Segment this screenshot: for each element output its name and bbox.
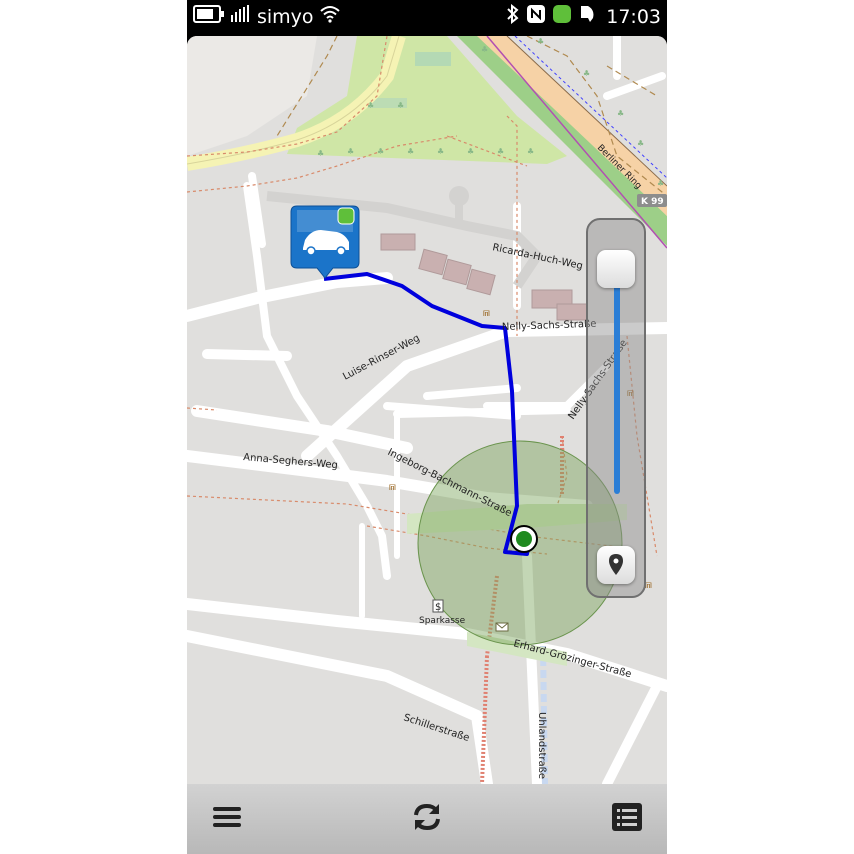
post-box-icon (495, 622, 509, 632)
svg-text:♣: ♣ (583, 69, 590, 78)
map-view[interactable]: ♣♣♣ ♣♣ ♣♣♣ ♣♣♣ ♣♣♣ ♣♣ ⩎ ⩎ ⩎ ⩎ (187, 36, 667, 784)
svg-text:♣: ♣ (367, 101, 374, 110)
svg-text:$: $ (435, 602, 441, 613)
svg-text:♣: ♣ (317, 149, 324, 158)
svg-text:♣: ♣ (437, 147, 444, 156)
nfc-icon (526, 4, 546, 29)
svg-text:♣: ♣ (657, 179, 664, 188)
bluetooth-icon (506, 3, 520, 29)
notification-icon (578, 4, 596, 29)
list-icon (611, 802, 643, 836)
svg-text:⩎: ⩎ (645, 577, 652, 591)
carrier-name: simyo (257, 5, 314, 28)
signal-icon (230, 4, 250, 29)
svg-text:⩎: ⩎ (483, 305, 490, 319)
bottom-toolbar (187, 784, 667, 854)
svg-text:♣: ♣ (617, 109, 624, 118)
svg-text:♣: ♣ (481, 45, 488, 54)
phone-screen: simyo 17:03 ♣ ♣ ♣ ♣ ♣ ♣ ♣ ♣ ♣ ♣ ♣ ♣ ♣ ♣ … (187, 0, 667, 854)
current-location-marker (510, 525, 538, 553)
svg-text:⩎: ⩎ (389, 479, 396, 493)
svg-text:♣: ♣ (537, 37, 544, 46)
svg-text:♣: ♣ (407, 147, 414, 156)
road-shield-k99: K 99 (637, 194, 667, 207)
list-button[interactable] (607, 799, 647, 839)
svg-text:K 99: K 99 (641, 197, 664, 207)
svg-text:♣: ♣ (347, 147, 354, 156)
poi-label-bank: Sparkasse (419, 616, 466, 626)
zoom-control-panel (586, 218, 646, 598)
location-pin-icon (607, 553, 625, 577)
clock: 17:03 (606, 5, 661, 28)
car-marker[interactable] (290, 205, 360, 279)
refresh-button[interactable] (407, 799, 447, 839)
status-bar: simyo 17:03 (187, 0, 667, 34)
menu-button[interactable] (207, 799, 247, 839)
svg-text:♣: ♣ (497, 147, 504, 156)
svg-text:♣: ♣ (467, 147, 474, 156)
svg-text:♣: ♣ (527, 147, 534, 156)
bank-poi-icon: $ (432, 599, 444, 613)
battery-icon (193, 4, 225, 29)
wifi-icon (319, 5, 341, 28)
refresh-icon (410, 800, 444, 838)
zoom-slider-track[interactable] (614, 272, 620, 494)
svg-text:♣: ♣ (637, 139, 644, 148)
locate-me-button[interactable] (597, 546, 635, 584)
svg-text:♣: ♣ (377, 147, 384, 156)
street-label-uhland: Uhlandstraße (536, 712, 547, 779)
app-notification-icon (552, 4, 572, 29)
zoom-slider-handle[interactable] (597, 250, 635, 288)
svg-text:♣: ♣ (397, 101, 404, 110)
menu-icon (211, 803, 243, 835)
